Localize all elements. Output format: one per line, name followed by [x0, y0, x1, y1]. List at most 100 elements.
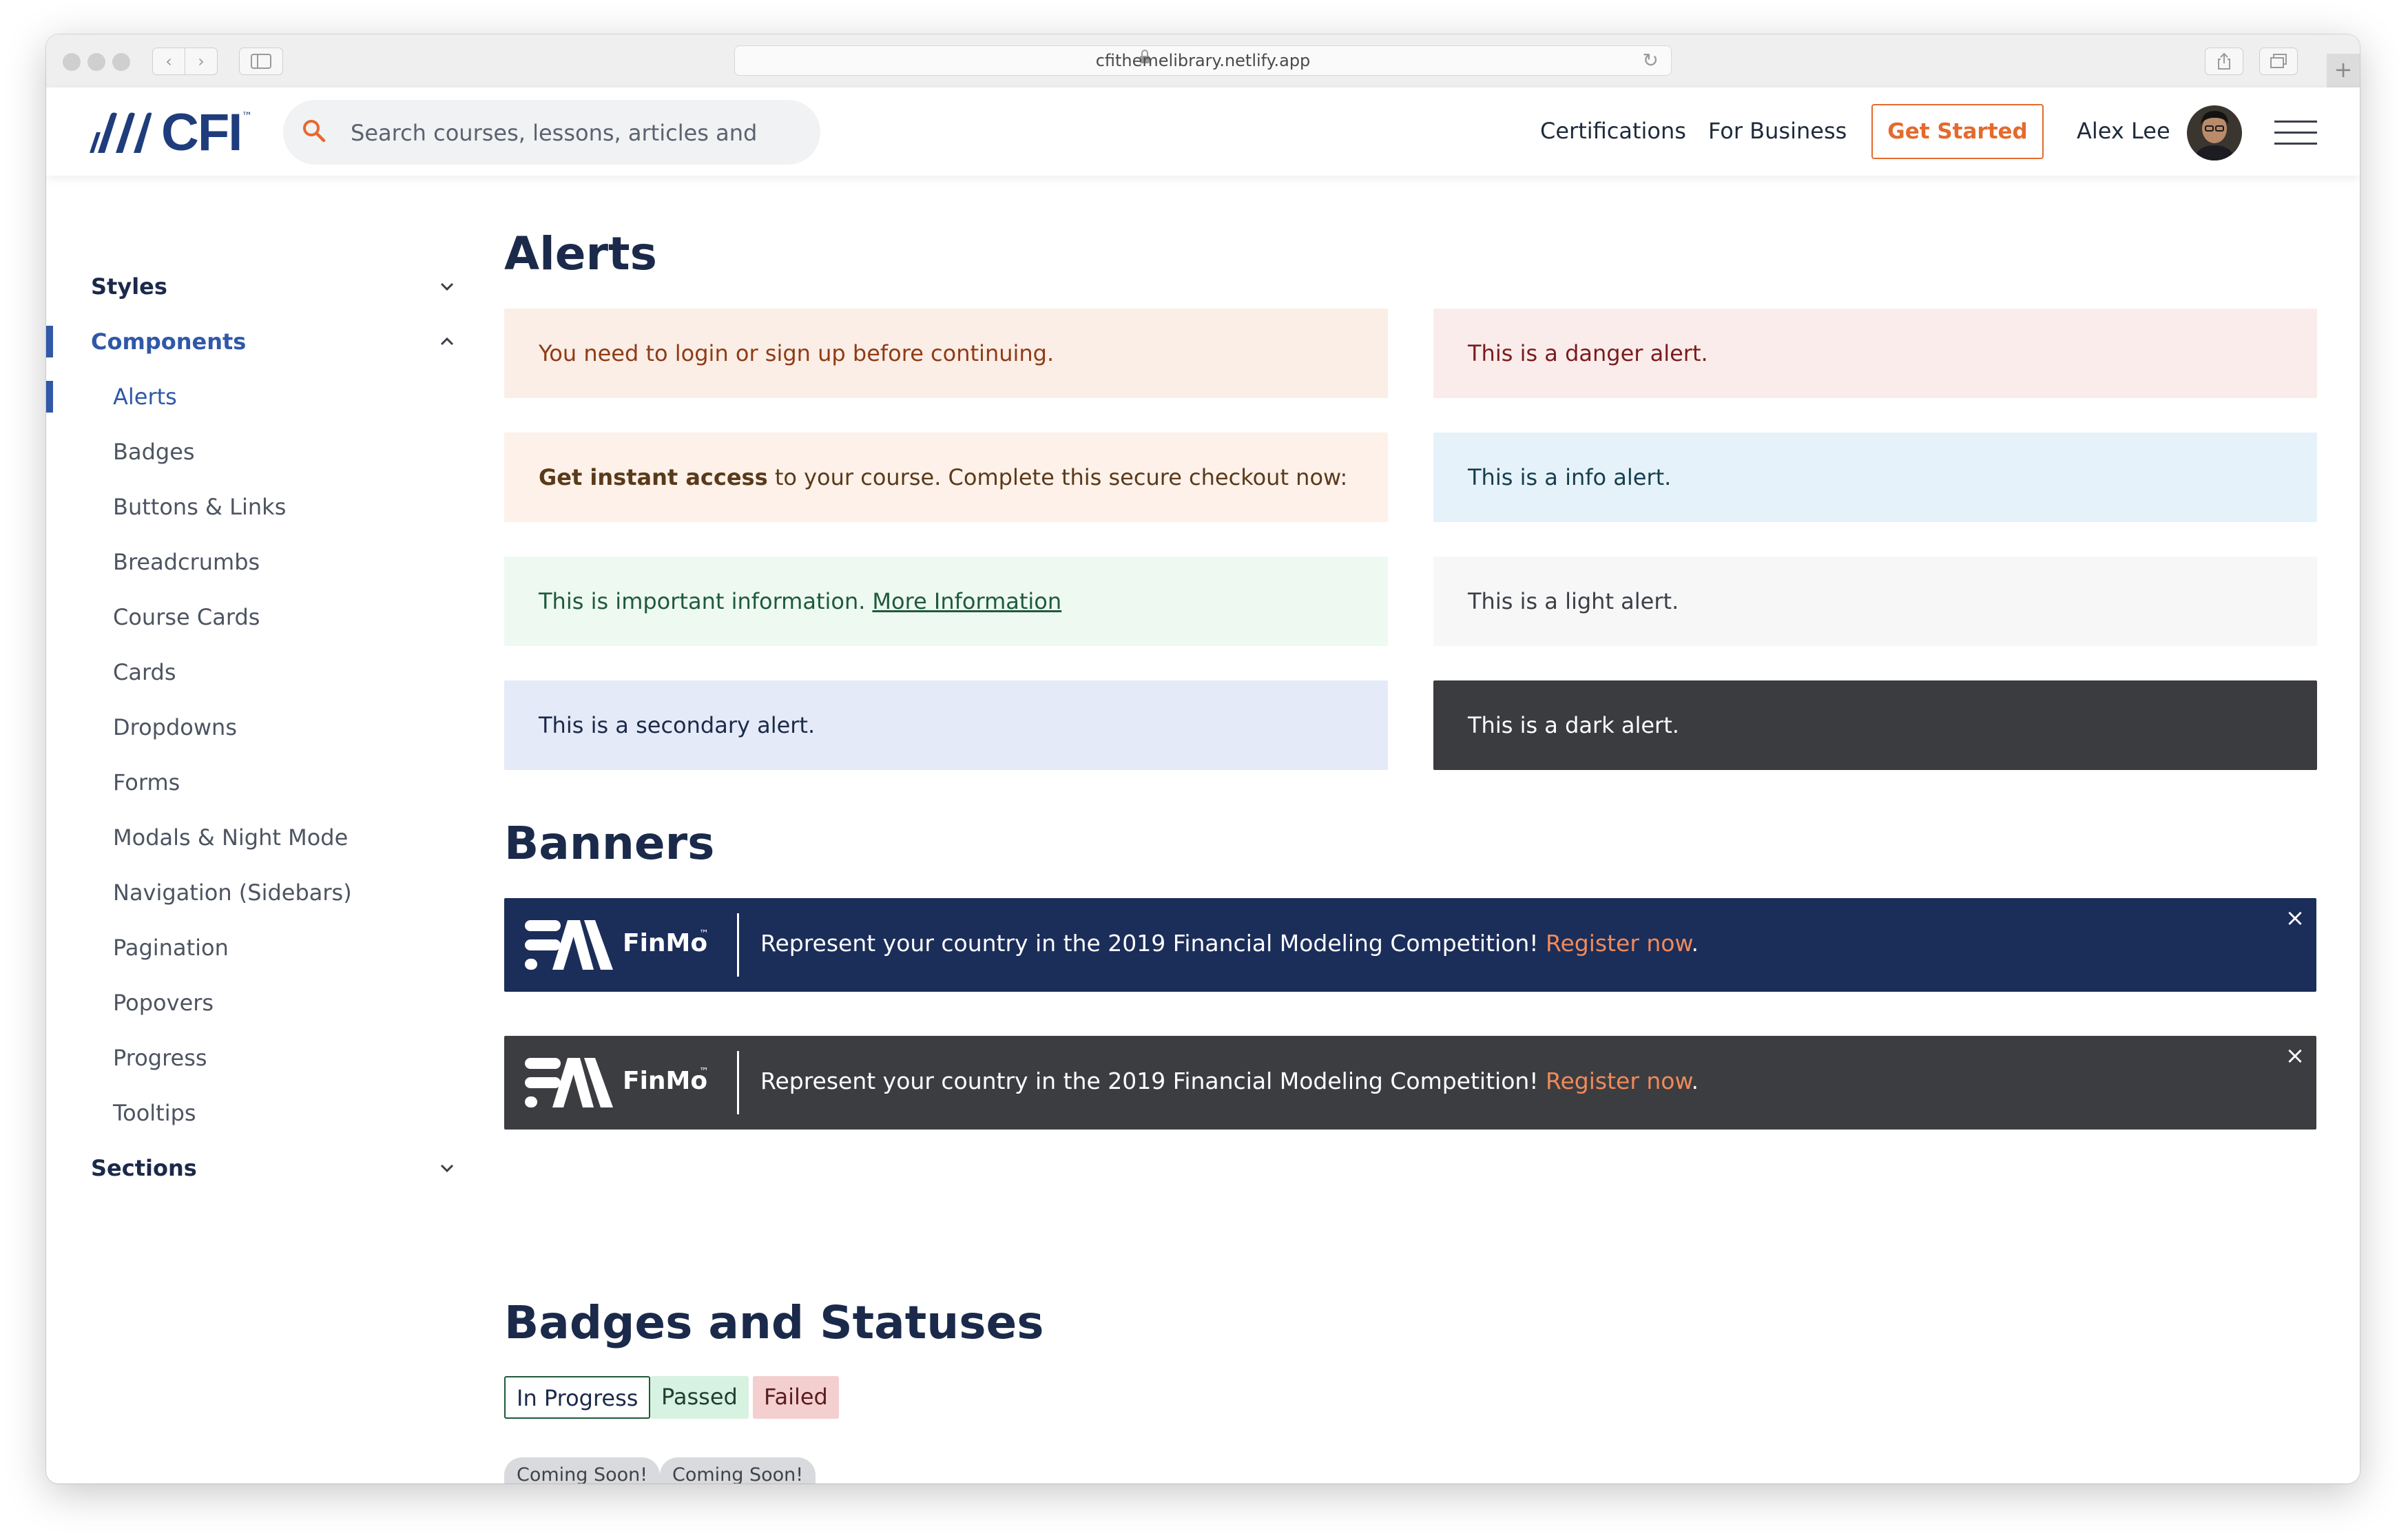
avatar[interactable]	[2187, 105, 2242, 160]
alert-text: This is important information.	[539, 588, 866, 614]
zoom-window-button[interactable]	[112, 53, 130, 71]
alert-text: This is a dark alert.	[1468, 712, 1679, 738]
sidebar-section-sections[interactable]: Sections	[46, 1141, 466, 1196]
site-header: CFI ™ Certifications For Business Get St…	[46, 87, 2360, 176]
badges-heading: Badges and Statuses	[504, 1296, 1044, 1349]
sidebar-item-label: Buttons & Links	[113, 494, 287, 520]
sidebar-item-forms[interactable]: Forms	[46, 756, 466, 811]
sidebar-item-label: Popovers	[113, 990, 214, 1016]
new-tab-icon[interactable]: +	[2327, 54, 2360, 87]
sidebar-section-label: Styles	[91, 273, 167, 300]
chevron-down-icon[interactable]	[439, 1161, 455, 1176]
banner-message-text: Represent your country in the 2019 Finan…	[760, 930, 1539, 957]
browser-toolbar: ‹ › cfithemelibrary.netlify.app ↻ +	[46, 34, 2360, 88]
active-indicator	[46, 326, 53, 357]
share-icon[interactable]	[2205, 48, 2243, 75]
chevron-up-icon[interactable]	[439, 334, 455, 349]
sidebar-item-label: Dropdowns	[113, 714, 237, 740]
alert-text: This is a light alert.	[1468, 588, 1679, 614]
search-icon[interactable]	[302, 119, 326, 143]
sidebar-item-pagination[interactable]: Pagination	[46, 921, 466, 976]
sidebar-item-alerts[interactable]: Alerts	[46, 370, 466, 425]
address-bar[interactable]: cfithemelibrary.netlify.app ↻	[734, 45, 1672, 76]
sidebar-item-breadcrumbs[interactable]: Breadcrumbs	[46, 535, 466, 590]
sidebar-item-label: Modals & Night Mode	[113, 824, 349, 851]
register-now-link[interactable]: Register now	[1546, 1068, 1691, 1094]
logo-trademark: ™	[241, 109, 253, 123]
sidebar-section-label: Components	[91, 329, 247, 355]
banner-trademark: ™	[699, 928, 709, 939]
cfi-logo[interactable]: CFI ™	[90, 103, 253, 162]
finmo-logo-icon	[525, 1058, 613, 1107]
sidebar: Styles Components Alerts Badges Buttons …	[46, 176, 487, 1484]
nav-certifications[interactable]: Certifications	[1540, 118, 1686, 144]
close-icon[interactable]: ×	[2285, 906, 2305, 930]
status-badge-passed: Passed	[650, 1376, 749, 1419]
logo-text: CFI	[161, 103, 242, 162]
alert-text: This is a secondary alert.	[539, 712, 816, 738]
alert-info: This is a info alert.	[1433, 433, 2317, 522]
banner-trademark: ™	[699, 1066, 709, 1077]
banner-message-text: Represent your country in the 2019 Finan…	[760, 1068, 1539, 1094]
banner-dark: FinMo ™ Represent your country in the 20…	[504, 1036, 2316, 1130]
forward-icon[interactable]: ›	[185, 48, 218, 75]
sidebar-item-popovers[interactable]: Popovers	[46, 976, 466, 1031]
sidebar-item-cards[interactable]: Cards	[46, 645, 466, 700]
sidebar-item-label: Breadcrumbs	[113, 549, 260, 575]
banner-divider	[737, 913, 739, 977]
banner-message: Represent your country in the 2019 Finan…	[760, 1068, 1699, 1094]
alert-bold-text: Get instant access	[539, 464, 768, 490]
menu-icon[interactable]	[2274, 121, 2317, 145]
sidebar-item-label: Navigation (Sidebars)	[113, 880, 352, 906]
sidebar-item-navigation-sidebars[interactable]: Navigation (Sidebars)	[46, 866, 466, 921]
sidebar-item-modals-night-mode[interactable]: Modals & Night Mode	[46, 811, 466, 866]
sidebar-item-progress[interactable]: Progress	[46, 1031, 466, 1086]
banner-brand: FinMo	[623, 1067, 708, 1095]
coming-soon-badge: Coming Soon!	[504, 1457, 661, 1484]
sidebar-item-buttons-links[interactable]: Buttons & Links	[46, 480, 466, 535]
banner-period: .	[1691, 930, 1699, 957]
tabs-overview-icon[interactable]	[2259, 48, 2298, 75]
sidebar-section-label: Sections	[91, 1155, 197, 1181]
user-name[interactable]: Alex Lee	[2077, 118, 2170, 144]
more-information-link[interactable]: More Information	[872, 588, 1061, 614]
sidebar-item-label: Pagination	[113, 935, 229, 961]
search-box[interactable]	[283, 100, 820, 165]
chevron-down-icon[interactable]	[439, 279, 455, 294]
nav-for-business[interactable]: For Business	[1708, 118, 1847, 144]
sidebar-item-badges[interactable]: Badges	[46, 425, 466, 480]
cfi-logo-mark-icon	[90, 112, 152, 153]
sidebar-item-label: Badges	[113, 439, 195, 465]
alert-dark: This is a dark alert.	[1433, 680, 2317, 770]
banner-brand: FinMo	[623, 929, 708, 957]
status-badge-in-progress: In Progress	[504, 1376, 651, 1419]
close-window-button[interactable]	[63, 53, 81, 71]
browser-window: ‹ › cfithemelibrary.netlify.app ↻ + CFI	[46, 34, 2360, 1484]
alert-text: This is a info alert.	[1468, 464, 1672, 490]
sidebar-item-course-cards[interactable]: Course Cards	[46, 590, 466, 645]
alerts-heading: Alerts	[504, 227, 657, 280]
sidebar-item-label: Alerts	[113, 384, 177, 410]
sidebar-section-components[interactable]: Components	[46, 315, 466, 370]
reload-icon[interactable]: ↻	[1643, 49, 1659, 72]
coming-soon-badge: Coming Soon!	[660, 1457, 816, 1484]
banner-navy: FinMo ™ Represent your country in the 20…	[504, 898, 2316, 992]
alert-warning: You need to login or sign up before cont…	[504, 309, 1388, 398]
sidebar-item-tooltips[interactable]: Tooltips	[46, 1086, 466, 1141]
alert-text: You need to login or sign up before cont…	[539, 340, 1055, 366]
close-icon[interactable]: ×	[2285, 1044, 2305, 1068]
back-icon[interactable]: ‹	[152, 48, 185, 75]
banners-heading: Banners	[504, 817, 715, 870]
url-text: cfithemelibrary.netlify.app	[1095, 51, 1311, 70]
sidebar-item-label: Tooltips	[113, 1100, 196, 1126]
sidebar-toggle-icon[interactable]	[239, 48, 283, 75]
sidebar-item-label: Cards	[113, 659, 176, 685]
register-now-link[interactable]: Register now	[1546, 930, 1691, 957]
status-badge-failed: Failed	[753, 1376, 839, 1419]
search-input[interactable]	[349, 114, 762, 152]
sidebar-item-dropdowns[interactable]: Dropdowns	[46, 700, 466, 756]
minimize-window-button[interactable]	[87, 53, 105, 71]
get-started-button[interactable]: Get Started	[1871, 104, 2044, 159]
active-indicator	[46, 381, 53, 413]
sidebar-section-styles[interactable]: Styles	[46, 260, 466, 315]
